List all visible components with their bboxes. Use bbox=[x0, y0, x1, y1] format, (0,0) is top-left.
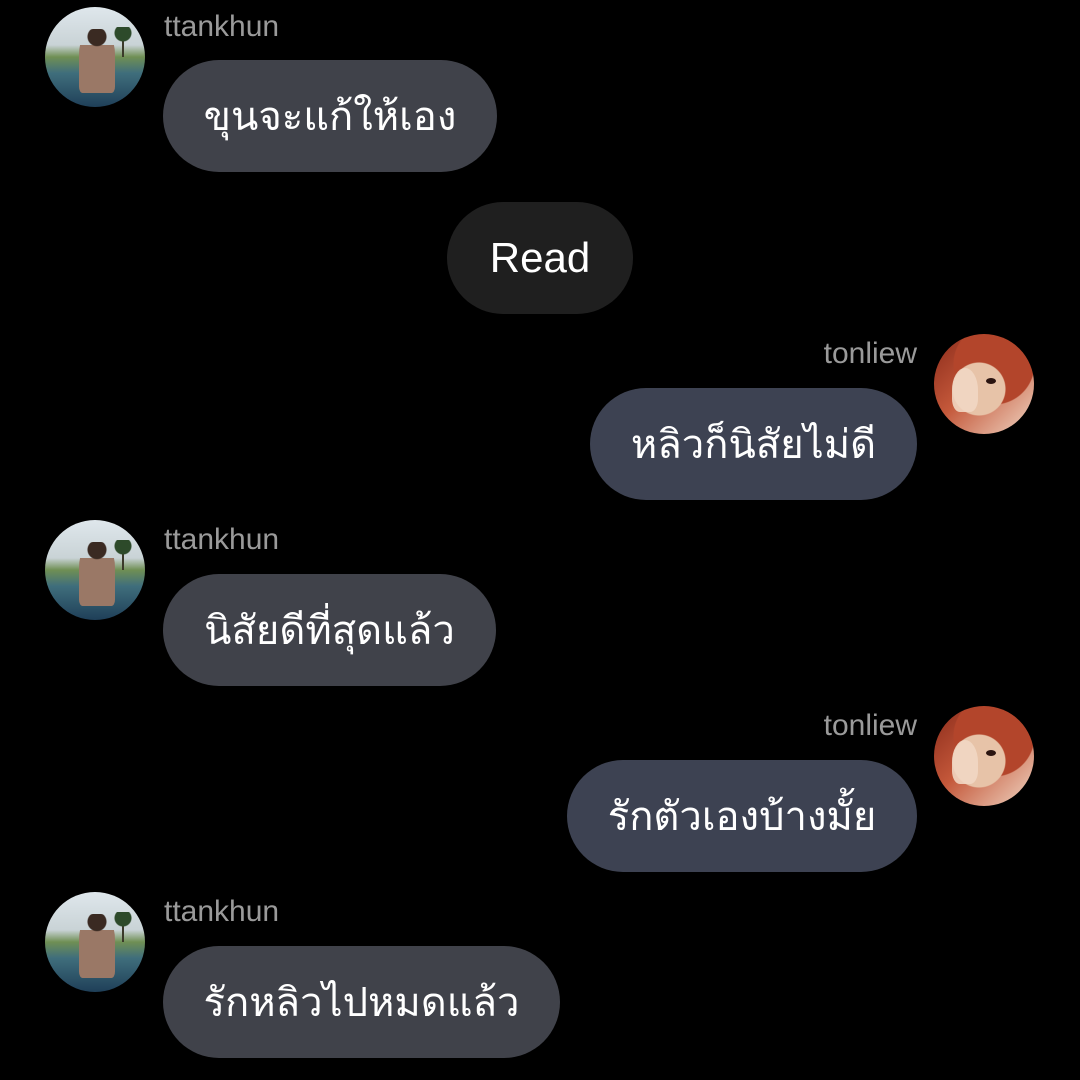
message-bubble[interactable]: หลิวก็นิสัยไม่ดี bbox=[590, 388, 917, 500]
message-bubble[interactable]: รักหลิวไปหมดแล้ว bbox=[163, 946, 560, 1058]
chat-thread: ttankhun ขุนจะแก้ให้เอง Read tonliew หลิ… bbox=[0, 0, 1080, 1080]
sender-name: ttankhun bbox=[164, 523, 280, 556]
sender-name: tonliew bbox=[823, 709, 917, 742]
message-bubble[interactable]: รักตัวเองบ้างมั้ย bbox=[567, 760, 917, 872]
avatar-ttankhun[interactable] bbox=[45, 892, 145, 992]
avatar-tonliew[interactable] bbox=[934, 706, 1034, 806]
message-bubble[interactable]: ขุนจะแก้ให้เอง bbox=[163, 60, 497, 172]
sender-name: ttankhun bbox=[164, 10, 280, 43]
sender-name: tonliew bbox=[823, 337, 917, 370]
avatar-ttankhun[interactable] bbox=[45, 520, 145, 620]
sender-name: ttankhun bbox=[164, 895, 280, 928]
read-status-pill: Read bbox=[447, 202, 633, 314]
avatar-tonliew[interactable] bbox=[934, 334, 1034, 434]
message-bubble[interactable]: นิสัยดีที่สุดแล้ว bbox=[163, 574, 496, 686]
avatar-ttankhun[interactable] bbox=[45, 7, 145, 107]
